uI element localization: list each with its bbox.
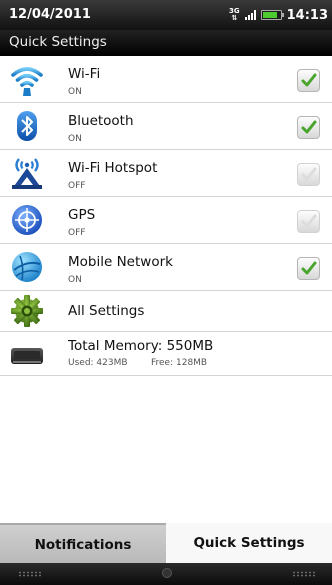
status-date: 12/04/2011 [9,7,91,22]
gps-state: OFF [68,228,86,238]
gear-icon [11,295,43,327]
quick-setting-wifi[interactable]: Wi-Fi ON [0,56,332,103]
wifi-title: Wi-Fi [68,66,101,82]
wifi-state: ON [68,87,82,97]
quick-setting-bluetooth[interactable]: Bluetooth ON [0,103,332,150]
bluetooth-checkbox[interactable] [297,116,320,139]
quick-setting-mobile-network[interactable]: Mobile Network ON [0,244,332,291]
wifi-hotspot-title: Wi-Fi Hotspot [68,160,158,176]
panel-title: Quick Settings [9,34,107,50]
battery-icon [260,10,284,20]
all-settings-label: All Settings [68,303,145,319]
mobile-network-state: ON [68,275,82,285]
wifi-checkbox[interactable] [297,69,320,92]
checkmark-icon [301,120,317,134]
checkmark-icon [301,214,317,228]
handle-knob-icon [162,568,172,578]
signal-strength-icon [244,10,256,20]
checkmark-icon [301,73,317,87]
mobile-network-title: Mobile Network [68,254,173,270]
bluetooth-icon [17,111,37,141]
wifi-hotspot-state: OFF [68,181,86,191]
all-settings-item[interactable]: All Settings [0,291,332,332]
bluetooth-state: ON [68,134,82,144]
memory-total: Total Memory: 550MB [68,338,214,354]
gps-checkbox[interactable] [297,210,320,233]
checkmark-icon [301,261,317,275]
status-time: 14:13 [286,7,328,23]
memory-icon [11,348,43,364]
tab-bar: Notifications Quick Settings [0,523,332,563]
notification-drawer-handle[interactable] [0,563,332,585]
memory-info-item[interactable]: Total Memory: 550MB Used: 423MB Free: 12… [0,332,332,376]
wifi-icon [11,67,43,96]
wifi-hotspot-icon [12,158,42,189]
bluetooth-title: Bluetooth [68,113,134,129]
panel-title-bar: Quick Settings [0,30,332,56]
quick-setting-gps[interactable]: GPS OFF [0,197,332,244]
tab-quick-settings[interactable]: Quick Settings [166,523,332,563]
memory-used: Used: 423MB [68,358,128,368]
network-3g-icon: 3G ⇅ [228,7,240,22]
wifi-hotspot-checkbox[interactable] [297,163,320,186]
status-indicators: 3G ⇅ 14:13 [229,6,328,24]
grip-left-icon [18,571,42,577]
quick-settings-list: Wi-Fi ON Bluetooth ON Wi-Fi Hotspot OFF … [0,56,332,523]
grip-right-icon [292,571,316,577]
checkmark-icon [301,167,317,181]
tab-notifications[interactable]: Notifications [0,523,166,563]
gps-title: GPS [68,207,96,223]
gps-icon [12,205,42,235]
memory-free: Free: 128MB [151,358,208,368]
quick-setting-wifi-hotspot[interactable]: Wi-Fi Hotspot OFF [0,150,332,197]
mobile-network-checkbox[interactable] [297,257,320,280]
mobile-network-icon [12,252,42,282]
status-bar: 12/04/2011 3G ⇅ 14:13 [0,0,332,30]
